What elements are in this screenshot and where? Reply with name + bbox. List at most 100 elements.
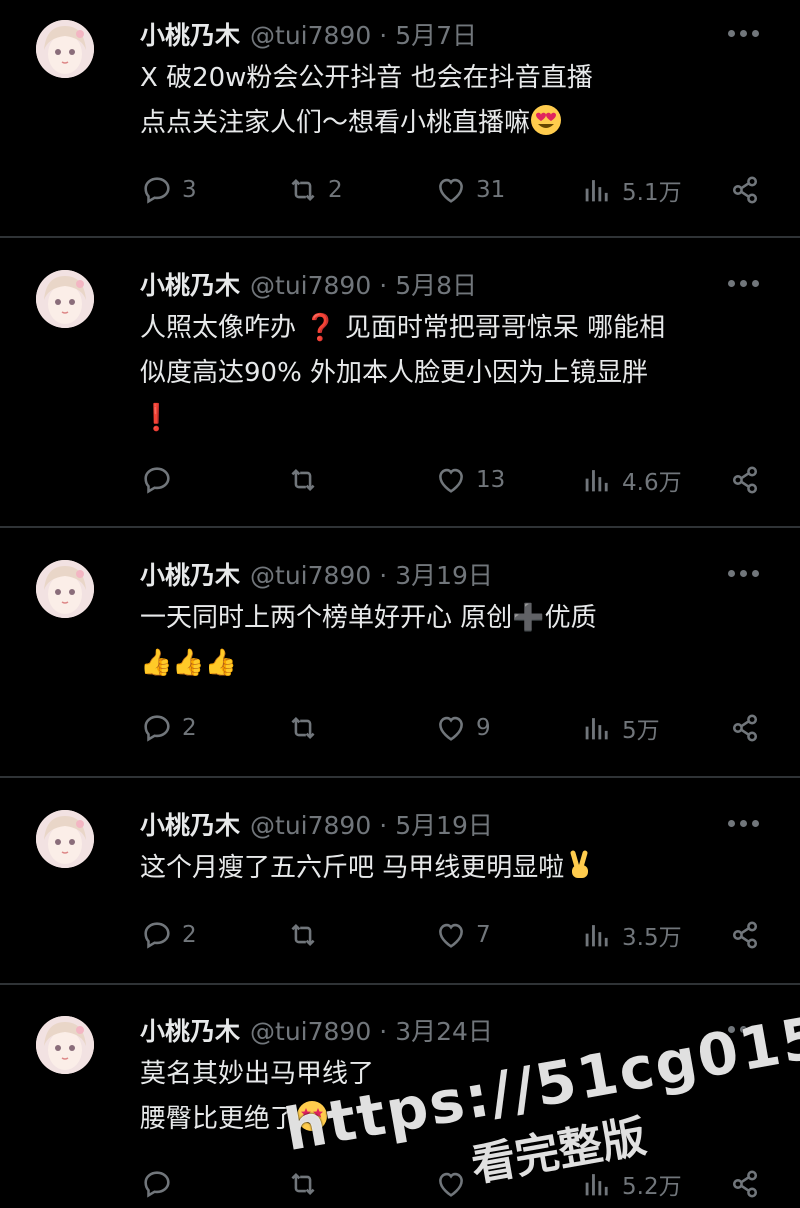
retweet-icon (291, 716, 315, 740)
avatar[interactable] (36, 270, 94, 328)
heart-eyes-emoji (531, 105, 562, 135)
retweet-button[interactable] (286, 918, 328, 952)
retweet-button[interactable] (286, 1167, 328, 1201)
tweet-date[interactable]: 5月7日 (395, 16, 477, 52)
divider (0, 776, 800, 778)
retweet-icon (291, 178, 315, 202)
like-button[interactable]: 31 (434, 173, 505, 207)
user-handle[interactable]: @tui7890 (250, 561, 371, 590)
heart-icon (439, 468, 463, 493)
tweet-date[interactable]: 5月19日 (395, 806, 493, 842)
heart-icon (439, 178, 463, 203)
reply-icon (144, 715, 170, 742)
more-options-icon[interactable] (728, 570, 760, 578)
reply-icon (144, 177, 170, 204)
tweet-line: 腰臀比更绝了 (140, 1104, 297, 1134)
avatar[interactable] (36, 560, 94, 618)
share-button[interactable] (728, 711, 762, 745)
analytics-icon (585, 180, 608, 202)
user-handle[interactable]: @tui7890 (250, 811, 371, 840)
victory-hand-emoji (570, 850, 589, 878)
like-button[interactable]: 13 (434, 463, 505, 497)
reply-button[interactable] (140, 1167, 182, 1201)
separator-dot: · (379, 561, 388, 590)
view-count: 5.2万 (622, 1174, 682, 1200)
share-icon (732, 176, 758, 204)
share-button[interactable] (728, 1167, 762, 1201)
tweet-line: 点点关注家人们～想看小桃直播嘛 (140, 108, 531, 138)
tweet-line: 👍👍👍 (140, 648, 238, 678)
heart-icon (439, 1172, 463, 1197)
reply-icon (144, 467, 170, 494)
user-handle[interactable]: @tui7890 (250, 21, 371, 50)
view-count: 5.1万 (622, 180, 682, 206)
separator-dot: · (379, 271, 388, 300)
tweet-date[interactable]: 3月24日 (395, 1012, 493, 1048)
share-icon (732, 1170, 758, 1198)
tweet-date[interactable]: 5月8日 (395, 266, 477, 302)
reply-button[interactable]: 3 (140, 173, 197, 207)
view-count: 3.5万 (622, 925, 682, 951)
display-name[interactable]: 小桃乃木 (140, 806, 240, 842)
views-button[interactable]: 5.1万 (580, 173, 682, 207)
tweet-text: 一天同时上两个榜单好开心 原创➕优质 👍👍👍 (140, 596, 597, 686)
retweet-icon (291, 1172, 315, 1196)
like-count: 13 (476, 467, 506, 493)
like-button[interactable]: 9 (434, 711, 491, 745)
views-button[interactable]: 3.5万 (580, 918, 682, 952)
analytics-icon (585, 718, 608, 740)
like-button[interactable] (434, 1167, 476, 1201)
retweet-button[interactable]: 2 (286, 173, 343, 207)
like-count: 7 (476, 922, 491, 948)
reply-button[interactable]: 2 (140, 918, 197, 952)
reply-count: 2 (182, 715, 197, 741)
avatar[interactable] (36, 1016, 94, 1074)
tweet-text: X 破20w粉会公开抖音 也会在抖音直播 点点关注家人们～想看小桃直播嘛 (140, 56, 593, 146)
like-count: 31 (476, 177, 506, 203)
avatar[interactable] (36, 20, 94, 78)
share-button[interactable] (728, 918, 762, 952)
avatar[interactable] (36, 810, 94, 868)
separator-dot: · (379, 21, 388, 50)
user-handle[interactable]: @tui7890 (250, 1017, 371, 1046)
display-name[interactable]: 小桃乃木 (140, 1012, 240, 1048)
reply-icon (144, 922, 170, 949)
tweet-text: 人照太像咋办 ❓ 见面时常把哥哥惊呆 哪能相 似度高达90% 外加本人脸更小因为… (140, 306, 665, 441)
heart-icon (439, 923, 463, 948)
reply-button[interactable]: 2 (140, 711, 197, 745)
tweet-line: ❗ (140, 403, 173, 433)
reply-button[interactable] (140, 463, 182, 497)
tweet-date[interactable]: 3月19日 (395, 556, 493, 592)
analytics-icon (585, 925, 608, 947)
retweet-button[interactable] (286, 711, 328, 745)
tweet-line: X 破20w粉会公开抖音 也会在抖音直播 (140, 63, 593, 93)
reply-icon (144, 1171, 170, 1198)
like-button[interactable]: 7 (434, 918, 491, 952)
divider (0, 983, 800, 985)
separator-dot: · (379, 811, 388, 840)
separator-dot: · (379, 1017, 388, 1046)
display-name[interactable]: 小桃乃木 (140, 266, 240, 302)
share-icon (732, 921, 758, 949)
more-options-icon[interactable] (728, 820, 760, 828)
like-count: 9 (476, 715, 491, 741)
divider (0, 526, 800, 528)
retweet-icon (291, 923, 315, 947)
more-options-icon[interactable] (728, 30, 760, 38)
share-button[interactable] (728, 173, 762, 207)
retweet-button[interactable] (286, 463, 328, 497)
tweet-line: 这个月瘦了五六斤吧 马甲线更明显啦 (140, 853, 565, 883)
display-name[interactable]: 小桃乃木 (140, 556, 240, 592)
views-button[interactable]: 4.6万 (580, 463, 682, 497)
tweet-text: 这个月瘦了五六斤吧 马甲线更明显啦 (140, 846, 596, 891)
tweet-line: 一天同时上两个榜单好开心 原创➕优质 (140, 603, 597, 633)
views-button[interactable]: 5万 (580, 711, 660, 745)
share-icon (732, 466, 758, 494)
more-options-icon[interactable] (728, 280, 760, 288)
share-button[interactable] (728, 463, 762, 497)
user-handle[interactable]: @tui7890 (250, 271, 371, 300)
share-icon (732, 714, 758, 742)
display-name[interactable]: 小桃乃木 (140, 16, 240, 52)
view-count: 5万 (622, 718, 660, 744)
tweet-line: 似度高达90% 外加本人脸更小因为上镜显胖 (140, 358, 649, 388)
